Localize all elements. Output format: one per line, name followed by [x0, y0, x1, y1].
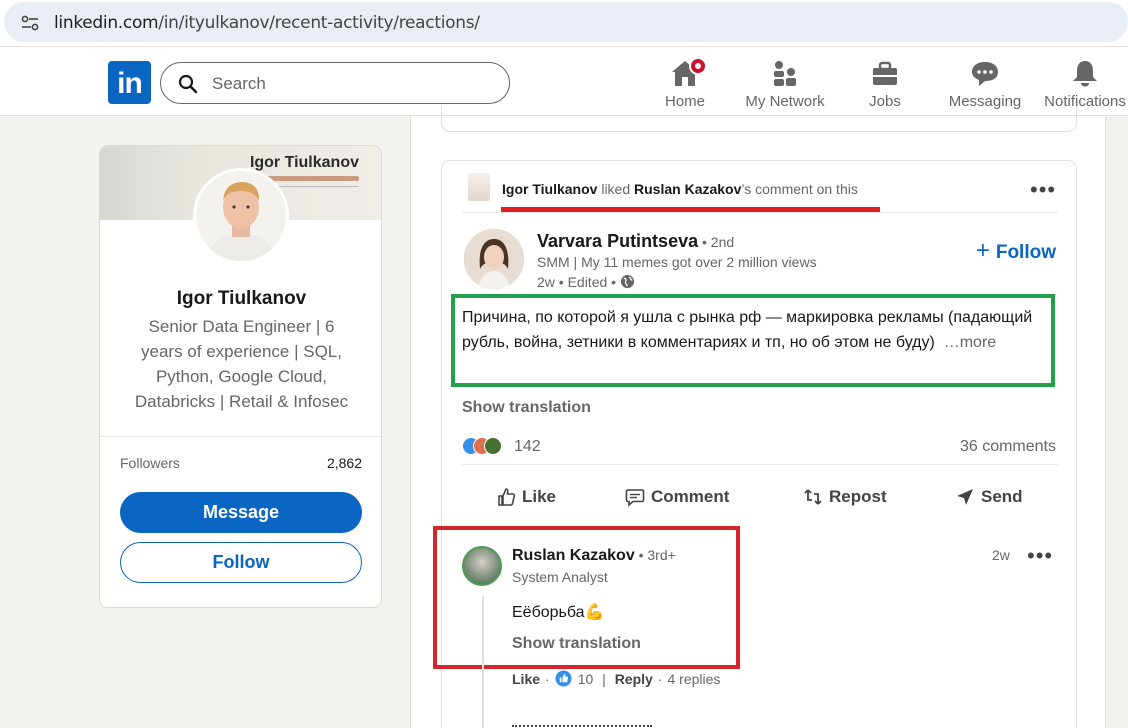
- url-path: /in/ityulkanov/recent-activity/reactions…: [158, 13, 480, 33]
- url-host: linkedin.com: [54, 13, 159, 33]
- network-icon: [774, 61, 796, 86]
- commenter-headline: System Analyst: [512, 569, 608, 585]
- activity-feed: Igor Tiulkanov liked Ruslan Kazakov’s co…: [410, 106, 1106, 728]
- separator-dot: ·: [657, 670, 663, 687]
- nav-home[interactable]: Home: [650, 57, 720, 113]
- search-icon: [178, 74, 198, 94]
- notification-badge: [689, 57, 707, 75]
- messaging-icon: [972, 62, 998, 86]
- context-avatar: [468, 173, 490, 201]
- comment-like-count[interactable]: 10: [578, 671, 594, 687]
- url-text[interactable]: linkedin.com/in/ityulkanov/recent-activi…: [54, 13, 480, 33]
- previous-post-card: [441, 106, 1077, 132]
- search-placeholder: Search: [212, 74, 266, 93]
- profile-card: Igor Tiulkanov Igor Tiulkanov Senior Dat…: [99, 145, 382, 608]
- separator-pipe: |: [598, 670, 610, 687]
- support-reaction-icon: [484, 437, 502, 455]
- avatar-photo: [196, 171, 286, 261]
- repost-button[interactable]: Repost: [803, 487, 887, 507]
- author-name[interactable]: Varvara Putintseva: [537, 231, 698, 251]
- followers-row: Followers 2,862: [120, 455, 362, 471]
- profile-name[interactable]: Igor Tiulkanov: [100, 288, 381, 310]
- comment-button[interactable]: Comment: [625, 487, 729, 507]
- author-degree: • 2nd: [698, 234, 735, 250]
- repost-icon: [804, 489, 822, 505]
- follow-author-label: Follow: [995, 242, 1056, 263]
- post-card: Igor Tiulkanov liked Ruslan Kazakov’s co…: [433, 160, 1077, 728]
- comment-body: Еёборьба💪: [512, 604, 605, 621]
- banner-name: Igor Tiulkanov: [249, 154, 359, 171]
- separator-dot: ·: [545, 670, 550, 687]
- like-label: Like: [522, 487, 557, 506]
- plus-icon: +: [975, 237, 990, 264]
- commenter-degree: • 3rd+: [634, 547, 676, 563]
- address-pill[interactable]: linkedin.com/in/ityulkanov/recent-activi…: [4, 2, 1128, 42]
- followers-label: Followers: [120, 455, 180, 471]
- post-meta-text: 2w • Edited •: [537, 274, 620, 290]
- post-meta: 2w • Edited •: [537, 274, 635, 290]
- like-reaction-icon: [555, 670, 572, 687]
- comment-like-button[interactable]: Like: [512, 671, 540, 687]
- post-body: Причина, по которой я ушла с рынка рф — …: [462, 305, 1042, 355]
- context-target[interactable]: Ruslan Kazakov: [634, 181, 741, 197]
- bell-icon: [1073, 61, 1097, 87]
- nav-my-network[interactable]: My Network: [740, 57, 830, 113]
- comment-replies-count[interactable]: 4 replies: [667, 671, 720, 687]
- comment-reply-button[interactable]: Reply: [615, 671, 653, 687]
- comment-show-translation[interactable]: Show translation: [512, 635, 641, 653]
- commenter-avatar[interactable]: [462, 546, 502, 586]
- globe-icon: [620, 274, 635, 289]
- comment-thread-line: [482, 596, 484, 728]
- search-box[interactable]: Search: [160, 62, 510, 104]
- divider: [462, 464, 1058, 465]
- followers-count: 2,862: [326, 455, 362, 471]
- author-avatar[interactable]: [464, 229, 524, 289]
- cut-off-reply-preview: [512, 723, 662, 728]
- see-more-link[interactable]: …more: [944, 334, 996, 351]
- comment-time: 2w: [992, 547, 1010, 563]
- thumbs-up-icon: [498, 488, 516, 506]
- author-photo: [464, 229, 524, 289]
- context-text: Igor Tiulkanov liked Ruslan Kazakov’s co…: [502, 181, 858, 197]
- reactions-count[interactable]: 142: [514, 438, 541, 456]
- red-underline-annotation: [501, 207, 880, 212]
- profile-headline: Senior Data Engineer | 6 years of experi…: [134, 317, 349, 411]
- author-name-row[interactable]: Varvara Putintseva • 2nd: [537, 231, 734, 252]
- comment-actions: Like · 10 | Reply · 4 replies: [512, 670, 720, 687]
- comment-more-options-icon[interactable]: •••: [1027, 545, 1053, 567]
- commenter-name-row[interactable]: Ruslan Kazakov • 3rd+: [512, 547, 676, 565]
- nav-notifications[interactable]: Notifications: [1040, 57, 1128, 113]
- send-label: Send: [981, 487, 1023, 506]
- follow-profile-button[interactable]: Follow: [120, 542, 362, 583]
- comment-icon: [625, 489, 645, 507]
- cut-off-text: [512, 723, 652, 727]
- context-verb: liked: [597, 181, 635, 197]
- site-info-icon[interactable]: [20, 13, 40, 33]
- nav-jobs[interactable]: Jobs: [855, 57, 915, 113]
- divider: [100, 436, 381, 437]
- send-icon: [957, 489, 973, 505]
- commenter-name[interactable]: Ruslan Kazakov: [512, 547, 635, 564]
- linkedin-logo[interactable]: in: [108, 61, 151, 104]
- context-actor[interactable]: Igor Tiulkanov: [502, 181, 597, 197]
- follow-author-button[interactable]: + Follow: [976, 237, 1056, 265]
- nav-messaging[interactable]: Messaging: [945, 57, 1025, 113]
- briefcase-icon: [873, 61, 897, 85]
- comments-count[interactable]: 36 comments: [960, 438, 1056, 456]
- like-button[interactable]: Like: [496, 487, 556, 507]
- author-headline: SMM | My 11 memes got over 2 million vie…: [537, 254, 817, 270]
- repost-label: Repost: [829, 487, 887, 506]
- show-translation-button[interactable]: Show translation: [462, 399, 591, 417]
- send-button[interactable]: Send: [955, 487, 1023, 507]
- post-more-options-icon[interactable]: •••: [1030, 179, 1056, 201]
- context-suffix: ’s comment on this: [741, 181, 858, 197]
- browser-address-bar: linkedin.com/in/ityulkanov/recent-activi…: [0, 0, 1128, 46]
- comment-label: Comment: [651, 487, 730, 506]
- profile-avatar[interactable]: [193, 168, 289, 264]
- message-button[interactable]: Message: [120, 492, 362, 533]
